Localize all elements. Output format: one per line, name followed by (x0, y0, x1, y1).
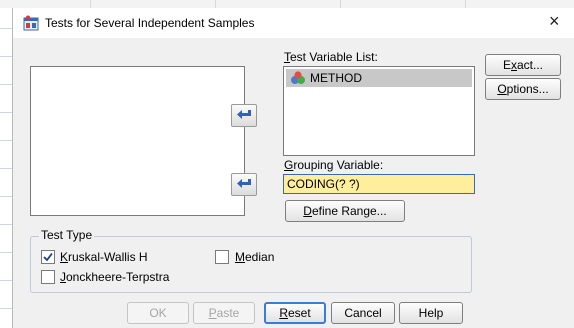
help-button[interactable]: Help (399, 302, 463, 324)
define-range-button[interactable]: Define Range... (285, 200, 405, 222)
grid-line (0, 112, 12, 113)
label-text: est Variable List: (290, 50, 378, 64)
grid-line (0, 168, 12, 169)
button-text: efine Range... (311, 204, 387, 218)
grid-line (0, 280, 12, 281)
grid-line (0, 196, 12, 197)
reset-button[interactable]: Reset (264, 302, 326, 324)
close-icon[interactable]: × (549, 12, 560, 30)
test-variable-list[interactable]: METHOD (283, 66, 475, 156)
source-variable-list[interactable] (30, 66, 245, 216)
button-text: ptions... (506, 82, 549, 96)
button-text: eset (287, 306, 311, 320)
grid-line (0, 140, 12, 141)
background-divider (340, 0, 341, 8)
label-text: ruskal-Wallis H (68, 250, 148, 264)
background-divider (215, 0, 216, 8)
label-text: onckheere-Terpstra (66, 270, 170, 284)
grid-line (0, 28, 12, 29)
median-checkbox[interactable] (215, 250, 229, 264)
kruskal-wallis-label[interactable]: Kruskal-Wallis H (60, 250, 148, 264)
background-divider (90, 0, 91, 8)
jonckheere-terpstra-checkbox[interactable] (41, 270, 55, 284)
grid-line (0, 308, 12, 309)
mnemonic: M (235, 250, 245, 264)
label-text: rouping Variable: (293, 158, 384, 172)
list-item-label: METHOD (310, 71, 362, 85)
mnemonic: G (284, 158, 294, 172)
tests-dialog: Tests for Several Independent Samples × … (12, 8, 574, 328)
grouping-variable-field[interactable]: CODING(? ?) (283, 174, 475, 194)
paste-button[interactable]: Paste (193, 302, 255, 324)
exact-button[interactable]: Exact... (485, 54, 561, 76)
grid-line (0, 56, 12, 57)
nominal-variable-icon (290, 71, 306, 85)
median-label[interactable]: Median (235, 250, 274, 264)
cancel-button[interactable]: Cancel (331, 302, 395, 324)
button-text: act... (517, 58, 544, 72)
ok-button[interactable]: OK (127, 302, 189, 324)
button-text: aste (216, 306, 240, 320)
mnemonic: O (497, 82, 507, 96)
label-text: edian (245, 250, 275, 264)
test-variable-list-label: Test Variable List: (284, 50, 378, 64)
spss-app-icon (23, 15, 39, 31)
mnemonic: K (60, 250, 69, 264)
options-button[interactable]: Options... (485, 78, 561, 100)
mnemonic: P (208, 306, 217, 320)
arrow-left-icon (237, 110, 251, 119)
move-to-test-list-button[interactable] (231, 104, 257, 127)
title-bar[interactable]: Tests for Several Independent Samples × (13, 8, 574, 38)
button-text: E (502, 58, 511, 72)
mnemonic: R (279, 306, 288, 320)
grouping-variable-value: CODING(? ?) (287, 177, 360, 191)
grouping-variable-label: Grouping Variable: (284, 158, 383, 172)
kruskal-wallis-checkbox[interactable] (41, 250, 55, 264)
jonckheere-terpstra-label[interactable]: Jonckheere-Terpstra (60, 270, 169, 284)
checkmark-icon (43, 252, 53, 262)
test-type-group (30, 236, 472, 293)
move-to-grouping-variable-button[interactable] (231, 173, 257, 196)
mnemonic: D (303, 204, 312, 218)
list-item[interactable]: METHOD (286, 69, 472, 87)
grid-line (0, 84, 12, 85)
grid-line (0, 224, 12, 225)
background-divider (465, 0, 466, 8)
grid-line (0, 252, 12, 253)
dialog-title: Tests for Several Independent Samples (45, 16, 255, 30)
arrow-left-icon (237, 179, 251, 188)
test-type-title: Test Type (39, 228, 95, 242)
